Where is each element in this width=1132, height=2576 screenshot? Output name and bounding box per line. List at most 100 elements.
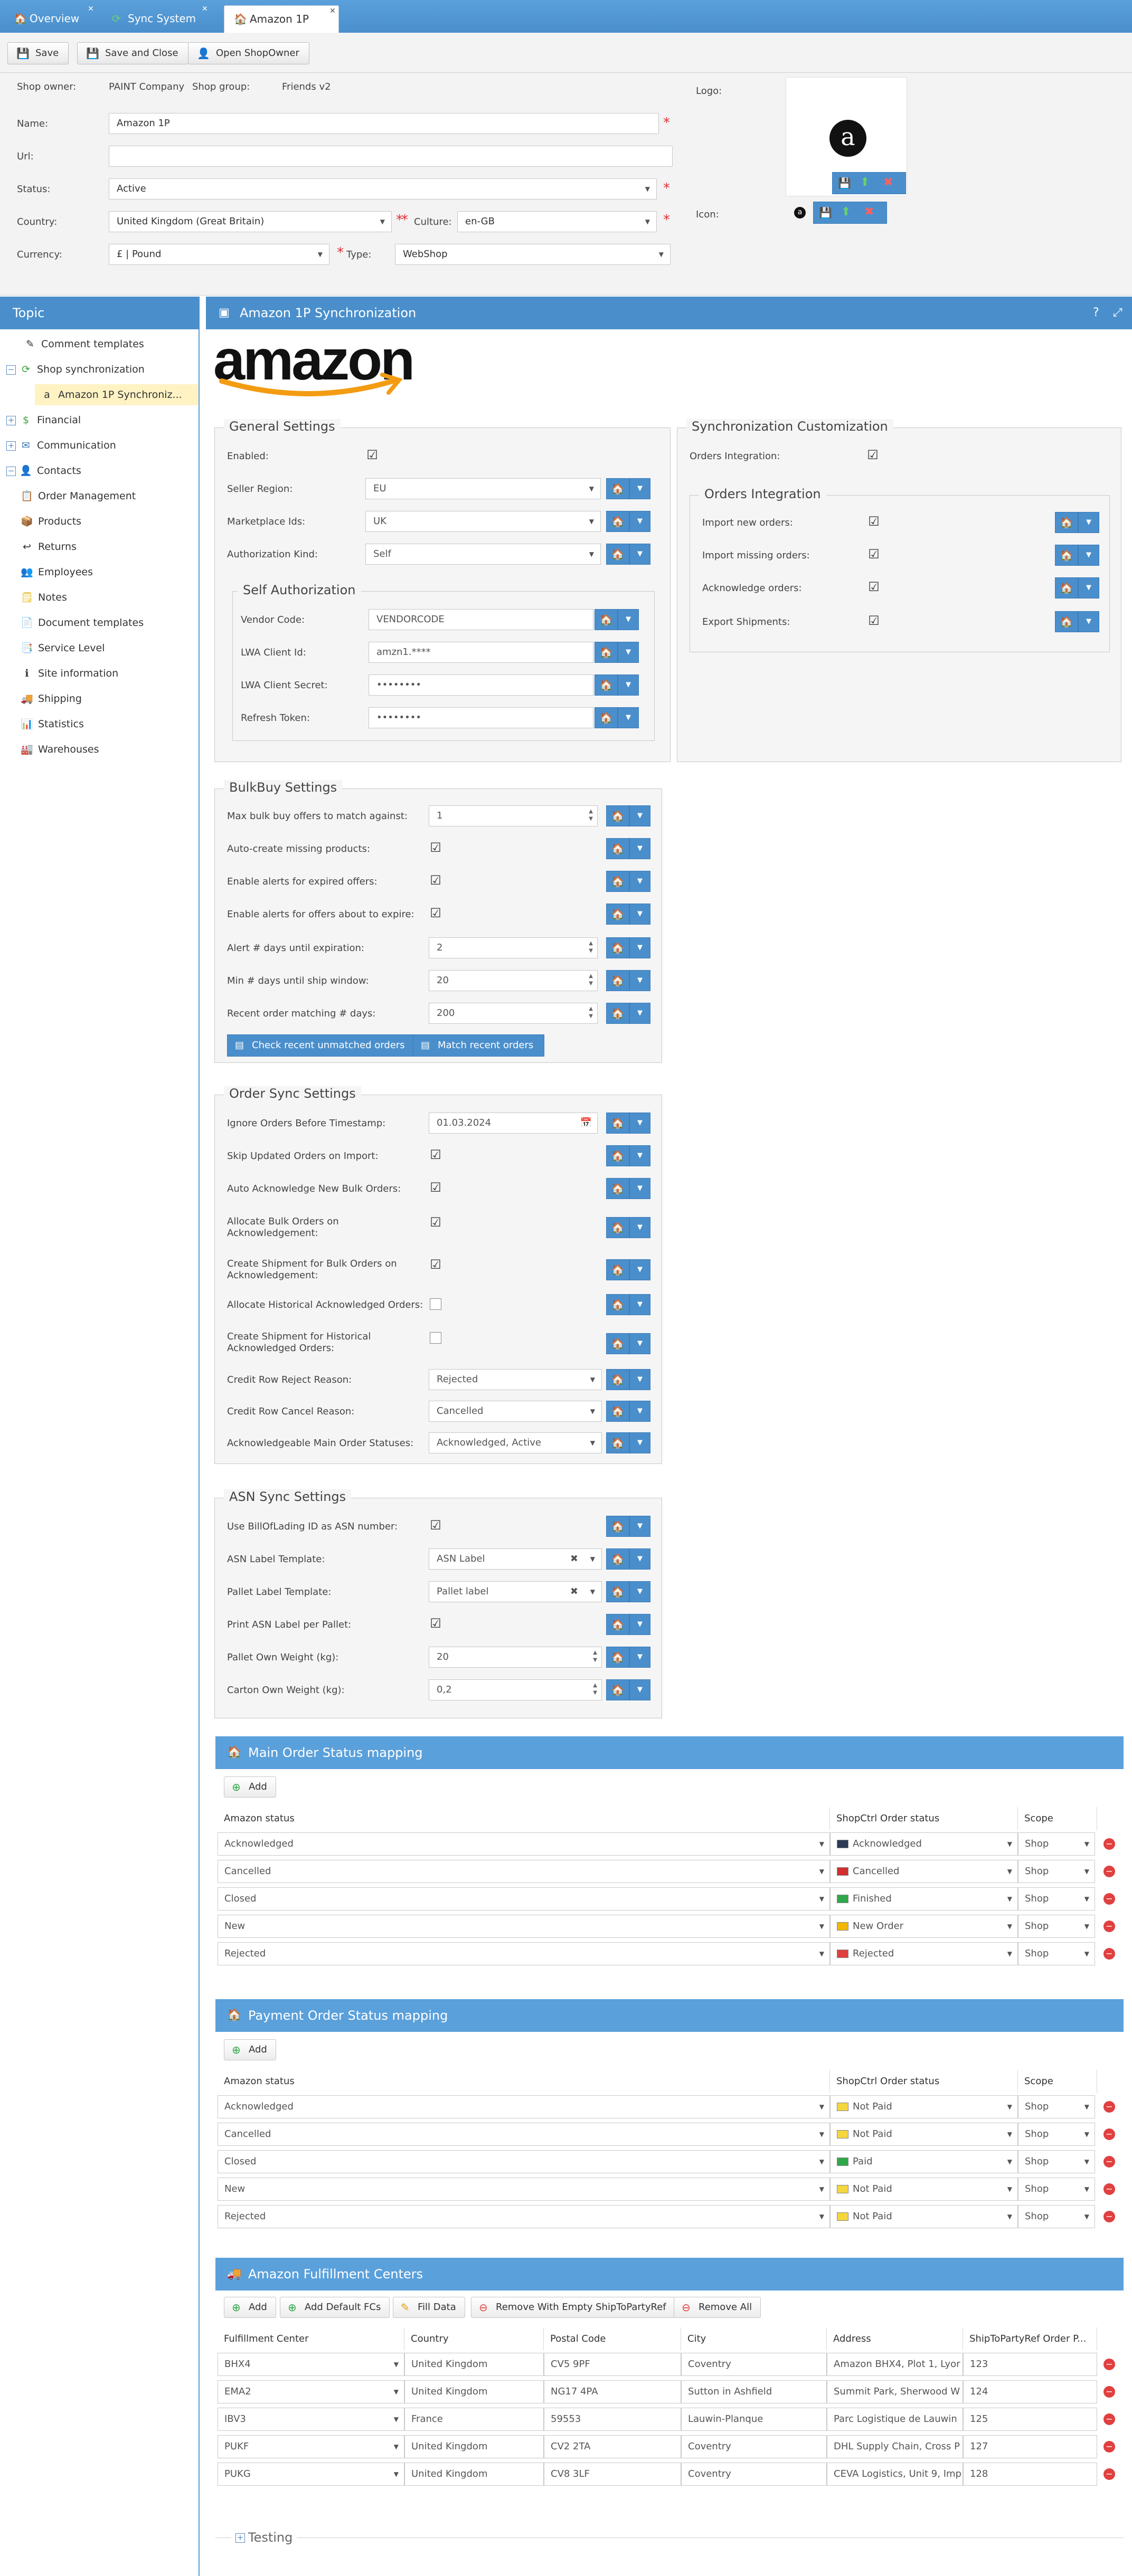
amazon-status-select[interactable]: Cancelled ▼ — [218, 2123, 830, 2146]
chevron-down-icon[interactable]: ▼ — [629, 1333, 650, 1354]
chevron-down-icon[interactable]: ▼ — [1078, 611, 1099, 632]
home-icon[interactable]: 🏠 — [606, 1217, 629, 1238]
delete-row-icon[interactable]: − — [1103, 1948, 1115, 1960]
shop-status-select[interactable]: Finished ▼ — [830, 1887, 1018, 1910]
sidebar-item-service-level[interactable]: 📑 Service Level — [20, 638, 105, 659]
delete-row-icon[interactable]: − — [1103, 2211, 1115, 2222]
amazon-status-select[interactable]: Rejected ▼ — [218, 1942, 830, 1965]
spinner-icon[interactable]: ▲ ▼ — [589, 940, 593, 955]
override-buttons[interactable]: 🏠 ▼ — [606, 805, 650, 826]
override-buttons[interactable]: 🏠 ▼ — [606, 871, 650, 892]
fc-fc-cell[interactable]: BHX4 ▼ — [218, 2353, 404, 2376]
home-icon[interactable]: 🏠 — [606, 1369, 629, 1390]
override-buttons[interactable]: 🏠 ▼ — [606, 970, 650, 991]
override-buttons[interactable]: 🏠 ▼ — [606, 478, 650, 499]
skip-updated-checkbox[interactable]: ☑ — [429, 1148, 442, 1162]
override-buttons[interactable]: 🏠 ▼ — [595, 642, 639, 663]
floppy-icon[interactable]: 💾 — [819, 206, 832, 219]
override-buttons[interactable]: 🏠 ▼ — [606, 1294, 650, 1315]
scope-select[interactable]: Shop ▼ — [1018, 2095, 1095, 2118]
shop-status-select[interactable]: Paid ▼ — [830, 2150, 1018, 2173]
chevron-down-icon[interactable]: ▼ — [629, 511, 650, 532]
sidebar-item-document-templates[interactable]: 📄 Document templates — [20, 612, 144, 633]
delete-row-icon[interactable]: − — [1103, 2413, 1115, 2425]
help-icon[interactable]: ? — [1093, 297, 1099, 329]
sidebar-item-contacts[interactable]: − 👤 Contacts — [6, 460, 81, 481]
amazon-status-select[interactable]: Closed ▼ — [218, 1887, 830, 1910]
override-buttons[interactable]: 🏠 ▼ — [1055, 512, 1099, 533]
chevron-down-icon[interactable]: ▼ — [629, 805, 650, 826]
max-offers-input[interactable]: 1 ▲ ▼ — [429, 805, 598, 826]
sidebar-item-warehouses[interactable]: 🏭 Warehouses — [20, 739, 99, 760]
ignore-before-date-input[interactable]: 01.03.2024 📅 — [429, 1113, 598, 1134]
name-input[interactable]: Amazon 1P — [109, 113, 659, 134]
home-icon[interactable]: 🏠 — [606, 838, 629, 859]
upload-icon[interactable]: ⬆ — [860, 176, 870, 189]
fc-fc-cell[interactable]: PUKG ▼ — [218, 2463, 404, 2486]
override-buttons[interactable]: 🏠 ▼ — [606, 904, 650, 925]
amazon-status-select[interactable]: New ▼ — [218, 1915, 830, 1938]
sidebar-item-statistics[interactable]: 📊 Statistics — [20, 714, 84, 735]
chevron-down-icon[interactable]: ▼ — [1078, 512, 1099, 533]
fc-city-cell[interactable]: Lauwin-Planque — [681, 2408, 827, 2431]
fc-address-cell[interactable]: CEVA Logistics, Unit 9, Imp — [827, 2463, 963, 2486]
calendar-icon[interactable]: 📅 — [580, 1113, 592, 1133]
shop-status-select[interactable]: Not Paid ▼ — [830, 2123, 1018, 2146]
fc-city-cell[interactable]: Coventry — [681, 2463, 827, 2486]
fc-city-cell[interactable]: Sutton in Ashfield — [681, 2380, 827, 2403]
tab-sync-system[interactable]: ⟳ Sync System — [102, 5, 207, 33]
override-buttons[interactable]: 🏠 ▼ — [606, 1369, 650, 1390]
override-buttons[interactable]: 🏠 ▼ — [606, 1432, 650, 1453]
home-icon[interactable]: 🏠 — [606, 1679, 629, 1700]
alert-expire-checkbox[interactable]: ☑ — [429, 907, 442, 920]
shop-status-select[interactable]: Not Paid ▼ — [830, 2095, 1018, 2118]
home-icon[interactable]: 🏠 — [606, 904, 629, 925]
delete-icon[interactable]: ✖ — [883, 176, 893, 189]
fc-fc-cell[interactable]: EMA2 ▼ — [218, 2380, 404, 2403]
override-buttons[interactable]: 🏠 ▼ — [606, 1679, 650, 1700]
sidebar-item-order-management[interactable]: 📋 Order Management — [20, 486, 136, 507]
amazon-status-select[interactable]: Closed ▼ — [218, 2150, 830, 2173]
fc-ref-cell[interactable]: 127 — [963, 2435, 1097, 2458]
amazon-status-select[interactable]: New ▼ — [218, 2178, 830, 2201]
chevron-down-icon[interactable]: ▼ — [618, 707, 639, 728]
home-icon[interactable]: 🏠 — [606, 871, 629, 892]
override-buttons[interactable]: 🏠 ▼ — [606, 1516, 650, 1537]
chevron-down-icon[interactable]: ▼ — [629, 1145, 650, 1166]
chevron-down-icon[interactable]: ▼ — [629, 937, 650, 958]
override-buttons[interactable]: 🏠 ▼ — [595, 609, 639, 630]
override-buttons[interactable]: 🏠 ▼ — [606, 1145, 650, 1166]
chevron-down-icon[interactable]: ▼ — [629, 1259, 650, 1280]
recent-days-input[interactable]: 200 ▲ ▼ — [429, 1003, 598, 1024]
fc-fc-cell[interactable]: PUKF ▼ — [218, 2435, 404, 2458]
asn-label-template-select[interactable]: ASN Label ✖ ▼ — [429, 1548, 602, 1570]
marketplace-select[interactable]: UK ▼ — [365, 511, 601, 532]
override-buttons[interactable]: 🏠 ▼ — [595, 674, 639, 696]
chevron-down-icon[interactable]: ▼ — [629, 1581, 650, 1602]
collapse-icon[interactable]: − — [6, 365, 16, 375]
fc-city-cell[interactable]: Coventry — [681, 2435, 827, 2458]
scope-select[interactable]: Shop ▼ — [1018, 1942, 1095, 1965]
floppy-icon[interactable]: 💾 — [838, 177, 851, 189]
override-buttons[interactable]: 🏠 ▼ — [606, 1614, 650, 1635]
fc-postal-cell[interactable]: CV5 9PF — [544, 2353, 681, 2376]
scope-select[interactable]: Shop ▼ — [1018, 1915, 1095, 1938]
override-buttons[interactable]: 🏠 ▼ — [1055, 611, 1099, 632]
tab-overview[interactable]: 🏠 Overview — [4, 5, 91, 33]
chevron-down-icon[interactable]: ▼ — [629, 544, 650, 565]
home-icon[interactable]: 🏠 — [1055, 512, 1078, 533]
fc-address-cell[interactable]: Amazon BHX4, Plot 1, Lyor — [827, 2353, 963, 2376]
override-buttons[interactable]: 🏠 ▼ — [1055, 577, 1099, 598]
add-main-status-button[interactable]: ⊕ Add — [224, 1776, 276, 1798]
spinner-icon[interactable]: ▲ ▼ — [589, 973, 593, 987]
home-icon[interactable]: 🏠 — [595, 609, 618, 630]
tab-overview-close-icon[interactable]: ✕ — [88, 5, 94, 13]
fc-city-cell[interactable]: Coventry — [681, 2353, 827, 2376]
fc-address-cell[interactable]: Summit Park, Sherwood W — [827, 2380, 963, 2403]
delete-icon[interactable]: ✖ — [864, 205, 874, 218]
match-recent-orders-button[interactable]: ▤ Match recent orders — [413, 1034, 545, 1057]
amazon-status-select[interactable]: Acknowledged ▼ — [218, 1832, 830, 1856]
status-select[interactable]: Active ▼ — [109, 178, 657, 199]
home-icon[interactable]: 🏠 — [606, 1145, 629, 1166]
home-icon[interactable]: 🏠 — [606, 1178, 629, 1199]
